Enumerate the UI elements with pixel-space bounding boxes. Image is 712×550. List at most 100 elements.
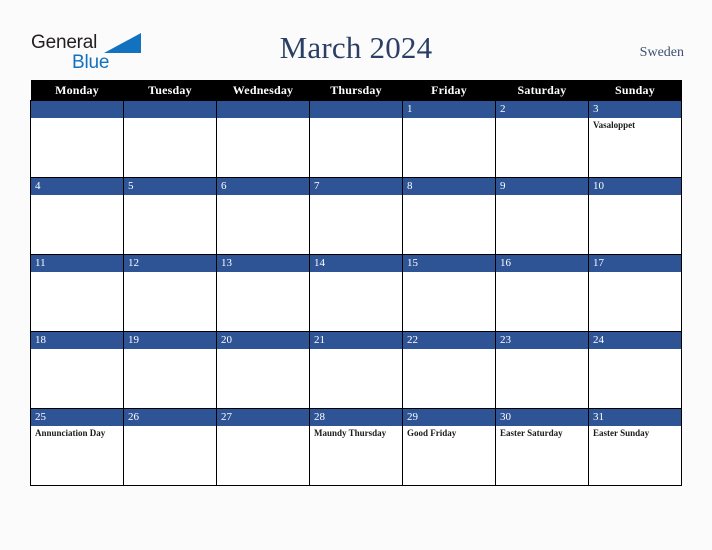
day-events	[403, 195, 495, 197]
calendar-day-cell[interactable]: 23	[495, 331, 589, 409]
day-number: 30	[496, 409, 588, 426]
day-events	[496, 272, 588, 274]
month-grid: Monday Tuesday Wednesday Thursday Friday…	[30, 80, 682, 486]
holiday-event-label: Easter Sunday	[593, 428, 650, 438]
day-number: 11	[31, 255, 123, 272]
day-number	[124, 101, 216, 118]
day-number: 26	[124, 409, 216, 426]
day-number: 9	[496, 178, 588, 195]
calendar-body: 1 2 3 Vasaloppet 4 5 6 7 8 9 10 11 12 13 14 15 16 17 18 19 2…	[30, 100, 682, 486]
day-number: 21	[310, 332, 402, 349]
holiday-event-label: Annunciation Day	[35, 428, 106, 438]
calendar-day-cell[interactable]: 20	[216, 331, 310, 409]
holiday-event-label: Easter Saturday	[500, 428, 563, 438]
day-events	[217, 426, 309, 428]
calendar-day-cell[interactable]: 15	[402, 254, 496, 332]
day-events: Vasaloppet	[589, 118, 681, 131]
day-number: 17	[589, 255, 681, 272]
calendar-day-cell[interactable]: 9	[495, 177, 589, 255]
calendar-day-cell[interactable]: 8	[402, 177, 496, 255]
calendar-day-cell[interactable]: 12	[123, 254, 217, 332]
day-events	[496, 349, 588, 351]
day-number: 15	[403, 255, 495, 272]
day-number	[217, 101, 309, 118]
day-events	[310, 349, 402, 351]
day-events	[310, 272, 402, 274]
day-number	[31, 101, 123, 118]
weekday-header-sunday: Sunday	[588, 80, 682, 101]
day-events: Maundy Thursday	[310, 426, 402, 439]
holiday-event-label: Vasaloppet	[593, 120, 636, 130]
day-events	[124, 426, 216, 428]
day-number: 3	[589, 101, 681, 118]
day-number: 13	[217, 255, 309, 272]
day-events	[589, 272, 681, 274]
calendar-day-cell[interactable]: 30 Easter Saturday	[495, 408, 589, 486]
day-number: 12	[124, 255, 216, 272]
calendar-day-cell[interactable]: 7	[309, 177, 403, 255]
calendar-day-cell[interactable]: 22	[402, 331, 496, 409]
day-events	[217, 118, 309, 120]
day-number: 20	[217, 332, 309, 349]
calendar-day-cell[interactable]: 16	[495, 254, 589, 332]
day-number: 5	[124, 178, 216, 195]
day-number: 22	[403, 332, 495, 349]
day-number: 10	[589, 178, 681, 195]
day-number: 29	[403, 409, 495, 426]
day-number: 6	[217, 178, 309, 195]
calendar-day-cell[interactable]: 28 Maundy Thursday	[309, 408, 403, 486]
calendar-day-cell[interactable]: 2	[495, 100, 589, 178]
calendar-week-row: 11 12 13 14 15 16 17	[30, 254, 682, 332]
calendar-day-cell[interactable]: 3 Vasaloppet	[588, 100, 682, 178]
calendar-day-cell[interactable]: 21	[309, 331, 403, 409]
calendar-empty-cell	[309, 100, 403, 178]
day-events	[310, 118, 402, 120]
calendar-day-cell[interactable]: 13	[216, 254, 310, 332]
calendar-page: General Blue March 2024 Sweden Monday Tu…	[0, 0, 712, 550]
holiday-event-label: Good Friday	[407, 428, 457, 438]
calendar-day-cell[interactable]: 6	[216, 177, 310, 255]
day-events	[124, 195, 216, 197]
day-events	[403, 118, 495, 120]
calendar-day-cell[interactable]: 14	[309, 254, 403, 332]
calendar-day-cell[interactable]: 25 Annunciation Day	[30, 408, 124, 486]
weekday-header-tuesday: Tuesday	[123, 80, 217, 101]
page-title: March 2024	[279, 30, 433, 65]
day-events	[124, 272, 216, 274]
day-number: 4	[31, 178, 123, 195]
calendar-day-cell[interactable]: 19	[123, 331, 217, 409]
day-number: 23	[496, 332, 588, 349]
calendar-empty-cell	[216, 100, 310, 178]
calendar-day-cell[interactable]: 26	[123, 408, 217, 486]
calendar-day-cell[interactable]: 11	[30, 254, 124, 332]
calendar-day-cell[interactable]: 18	[30, 331, 124, 409]
calendar-week-row: 18 19 20 21 22 23 24	[30, 331, 682, 409]
day-number: 28	[310, 409, 402, 426]
calendar-day-cell[interactable]: 29 Good Friday	[402, 408, 496, 486]
day-events	[124, 349, 216, 351]
calendar-day-cell[interactable]: 31 Easter Sunday	[588, 408, 682, 486]
weekday-header-row: Monday Tuesday Wednesday Thursday Friday…	[30, 80, 682, 101]
weekday-header-wednesday: Wednesday	[216, 80, 310, 101]
calendar-day-cell[interactable]: 4	[30, 177, 124, 255]
calendar-day-cell[interactable]: 24	[588, 331, 682, 409]
day-events: Easter Saturday	[496, 426, 588, 439]
day-number: 8	[403, 178, 495, 195]
day-number: 24	[589, 332, 681, 349]
day-events	[217, 195, 309, 197]
day-events	[496, 195, 588, 197]
calendar-day-cell[interactable]: 27	[216, 408, 310, 486]
day-events	[124, 118, 216, 120]
day-number: 2	[496, 101, 588, 118]
day-events	[403, 349, 495, 351]
day-events	[403, 272, 495, 274]
day-events	[589, 195, 681, 197]
page-header: General Blue March 2024 Sweden	[0, 0, 712, 80]
day-events: Easter Sunday	[589, 426, 681, 439]
calendar-day-cell[interactable]: 1	[402, 100, 496, 178]
day-number: 7	[310, 178, 402, 195]
calendar-day-cell[interactable]: 17	[588, 254, 682, 332]
day-events	[589, 349, 681, 351]
calendar-day-cell[interactable]: 10	[588, 177, 682, 255]
calendar-day-cell[interactable]: 5	[123, 177, 217, 255]
